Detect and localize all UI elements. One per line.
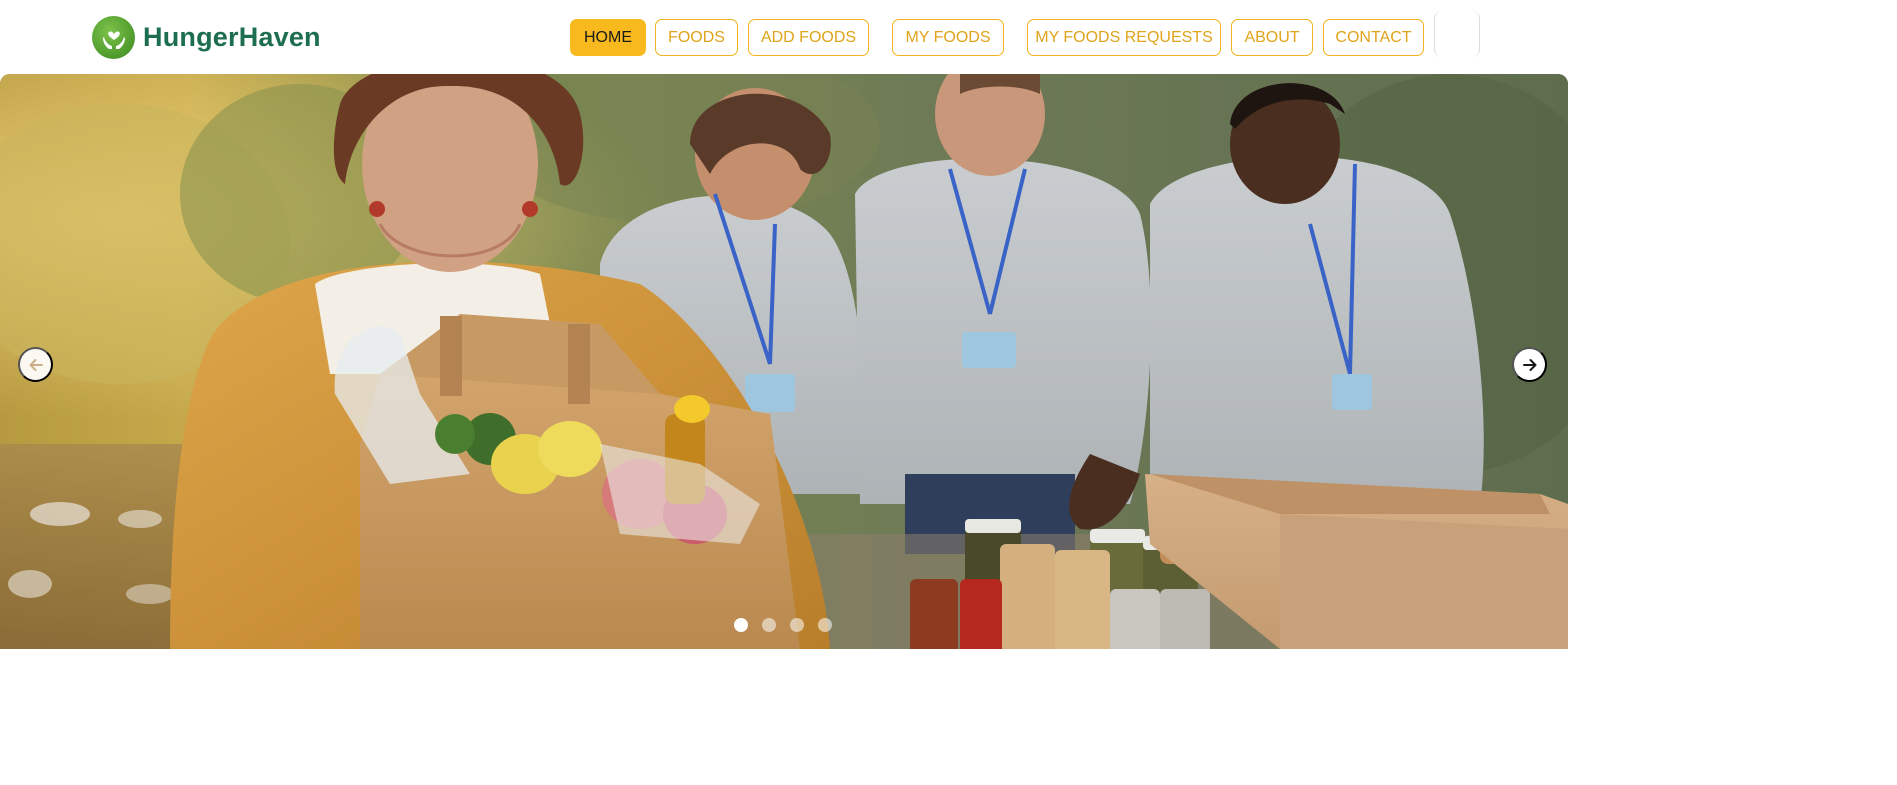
nav-foods[interactable]: FOODS: [655, 19, 738, 56]
nav-contact[interactable]: CONTACT: [1323, 19, 1424, 56]
nav-my-foods[interactable]: MY FOODS: [892, 19, 1004, 56]
nav-add-foods[interactable]: ADD FOODS: [748, 19, 869, 56]
brand-name: HungerHaven: [143, 22, 321, 52]
arrow-right-icon: [1522, 358, 1536, 371]
hands-holding-heart-icon: [92, 16, 135, 59]
volunteers-food-donation-photo: [0, 74, 1568, 649]
nav-my-foods-requests[interactable]: MY FOODS REQUESTS: [1027, 19, 1221, 56]
page: HungerHaven HOME FOODS ADD FOODS MY FOOD…: [0, 0, 1568, 649]
carousel-dot-3[interactable]: [790, 618, 804, 632]
carousel-dot-4[interactable]: [818, 618, 832, 632]
carousel-indicators: [734, 618, 832, 632]
hero-carousel: [0, 74, 1568, 649]
carousel-prev-button[interactable]: [18, 347, 53, 382]
top-navbar: HungerHaven HOME FOODS ADD FOODS MY FOOD…: [0, 0, 1568, 74]
profile-avatar-slot[interactable]: [1434, 11, 1480, 57]
brand-link[interactable]: HungerHaven: [92, 16, 321, 59]
arrow-left-icon: [29, 358, 43, 371]
carousel-dot-2[interactable]: [762, 618, 776, 632]
carousel-dot-1[interactable]: [734, 618, 748, 632]
nav-about[interactable]: ABOUT: [1231, 19, 1313, 56]
carousel-next-button[interactable]: [1512, 347, 1547, 382]
nav-home[interactable]: HOME: [570, 19, 646, 56]
